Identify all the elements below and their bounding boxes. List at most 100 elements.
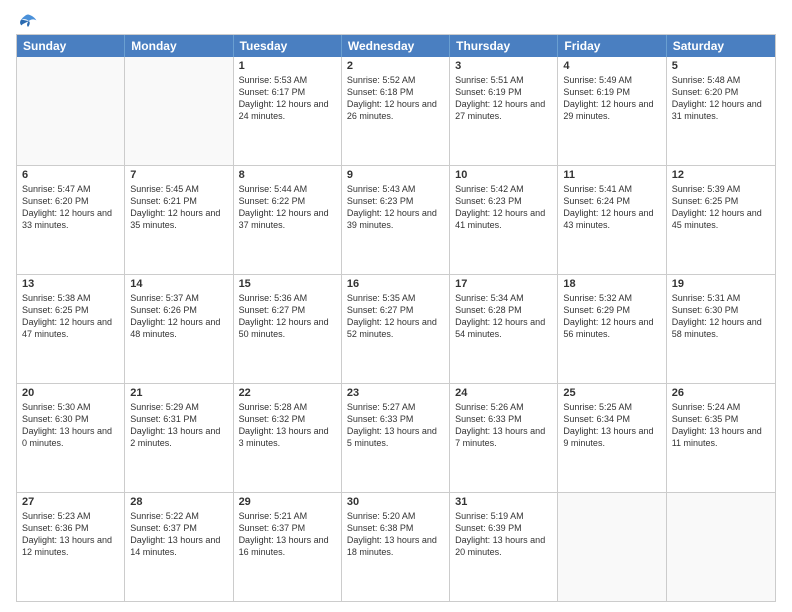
calendar-cell: 27 Sunrise: 5:23 AM Sunset: 6:36 PM Dayli… bbox=[17, 493, 125, 601]
calendar-cell bbox=[667, 493, 775, 601]
calendar-cell: 11Sunrise: 5:41 AM Sunset: 6:24 PM Dayli… bbox=[558, 166, 666, 274]
day-info: Sunrise: 5:51 AM Sunset: 6:19 PM Dayligh… bbox=[455, 74, 552, 123]
day-number: 27 bbox=[22, 496, 119, 508]
calendar-cell: 24 Sunrise: 5:26 AM Sunset: 6:33 PM Dayli… bbox=[450, 384, 558, 492]
day-number: 20 bbox=[22, 387, 119, 399]
day-number: 17 bbox=[455, 278, 552, 290]
day-number: 16 bbox=[347, 278, 444, 290]
day-info: Sunrise: 5:45 AM Sunset: 6:21 PM Dayligh… bbox=[130, 183, 227, 232]
calendar-cell: 30 Sunrise: 5:20 AM Sunset: 6:38 PM Dayli… bbox=[342, 493, 450, 601]
calendar-cell: 26 Sunrise: 5:24 AM Sunset: 6:35 PM Dayli… bbox=[667, 384, 775, 492]
calendar-cell: 16 Sunrise: 5:35 AM Sunset: 6:27 PM Dayli… bbox=[342, 275, 450, 383]
header-cell-thursday: Thursday bbox=[450, 35, 558, 57]
calendar-cell: 17 Sunrise: 5:34 AM Sunset: 6:28 PM Dayli… bbox=[450, 275, 558, 383]
calendar-cell: 15 Sunrise: 5:36 AM Sunset: 6:27 PM Dayli… bbox=[234, 275, 342, 383]
calendar-row-3: 20Sunrise: 5:30 AM Sunset: 6:30 PM Dayli… bbox=[17, 383, 775, 492]
day-number: 6 bbox=[22, 169, 119, 181]
day-number: 19 bbox=[672, 278, 770, 290]
day-info: Sunrise: 5:20 AM Sunset: 6:38 PM Dayligh… bbox=[347, 510, 444, 559]
day-info: Sunrise: 5:38 AM Sunset: 6:25 PM Dayligh… bbox=[22, 292, 119, 341]
day-number: 31 bbox=[455, 496, 552, 508]
day-info: Sunrise: 5:37 AM Sunset: 6:26 PM Dayligh… bbox=[130, 292, 227, 341]
calendar-cell: 23Sunrise: 5:27 AM Sunset: 6:33 PM Dayli… bbox=[342, 384, 450, 492]
calendar-cell: 28 Sunrise: 5:22 AM Sunset: 6:37 PM Dayli… bbox=[125, 493, 233, 601]
day-info: Sunrise: 5:23 AM Sunset: 6:36 PM Dayligh… bbox=[22, 510, 119, 559]
calendar-cell: 13 Sunrise: 5:38 AM Sunset: 6:25 PM Dayli… bbox=[17, 275, 125, 383]
day-number: 12 bbox=[672, 169, 770, 181]
logo-bird-icon bbox=[18, 12, 38, 32]
day-number: 18 bbox=[563, 278, 660, 290]
calendar-cell: 18 Sunrise: 5:32 AM Sunset: 6:29 PM Dayli… bbox=[558, 275, 666, 383]
day-info: Sunrise: 5:53 AM Sunset: 6:17 PM Dayligh… bbox=[239, 74, 336, 123]
calendar-cell bbox=[558, 493, 666, 601]
day-number: 15 bbox=[239, 278, 336, 290]
day-number: 14 bbox=[130, 278, 227, 290]
calendar-cell: 5Sunrise: 5:48 AM Sunset: 6:20 PM Daylig… bbox=[667, 57, 775, 165]
header bbox=[16, 12, 776, 26]
day-info: Sunrise: 5:21 AM Sunset: 6:37 PM Dayligh… bbox=[239, 510, 336, 559]
day-info: Sunrise: 5:44 AM Sunset: 6:22 PM Dayligh… bbox=[239, 183, 336, 232]
header-cell-tuesday: Tuesday bbox=[234, 35, 342, 57]
calendar-cell: 8Sunrise: 5:44 AM Sunset: 6:22 PM Daylig… bbox=[234, 166, 342, 274]
day-info: Sunrise: 5:32 AM Sunset: 6:29 PM Dayligh… bbox=[563, 292, 660, 341]
day-info: Sunrise: 5:31 AM Sunset: 6:30 PM Dayligh… bbox=[672, 292, 770, 341]
calendar-cell: 12 Sunrise: 5:39 AM Sunset: 6:25 PM Dayli… bbox=[667, 166, 775, 274]
calendar-cell: 31 Sunrise: 5:19 AM Sunset: 6:39 PM Dayli… bbox=[450, 493, 558, 601]
header-cell-monday: Monday bbox=[125, 35, 233, 57]
calendar-cell: 7 Sunrise: 5:45 AM Sunset: 6:21 PM Daylig… bbox=[125, 166, 233, 274]
day-info: Sunrise: 5:29 AM Sunset: 6:31 PM Dayligh… bbox=[130, 401, 227, 450]
day-number: 22 bbox=[239, 387, 336, 399]
day-info: Sunrise: 5:26 AM Sunset: 6:33 PM Dayligh… bbox=[455, 401, 552, 450]
day-number: 28 bbox=[130, 496, 227, 508]
calendar-cell: 22 Sunrise: 5:28 AM Sunset: 6:32 PM Dayli… bbox=[234, 384, 342, 492]
calendar-cell: 21Sunrise: 5:29 AM Sunset: 6:31 PM Dayli… bbox=[125, 384, 233, 492]
calendar-cell: 2 Sunrise: 5:52 AM Sunset: 6:18 PM Daylig… bbox=[342, 57, 450, 165]
day-number: 7 bbox=[130, 169, 227, 181]
calendar-cell: 1 Sunrise: 5:53 AM Sunset: 6:17 PM Daylig… bbox=[234, 57, 342, 165]
calendar-header: SundayMondayTuesdayWednesdayThursdayFrid… bbox=[17, 35, 775, 57]
calendar-cell: 9Sunrise: 5:43 AM Sunset: 6:23 PM Daylig… bbox=[342, 166, 450, 274]
day-info: Sunrise: 5:42 AM Sunset: 6:23 PM Dayligh… bbox=[455, 183, 552, 232]
day-info: Sunrise: 5:28 AM Sunset: 6:32 PM Dayligh… bbox=[239, 401, 336, 450]
day-number: 2 bbox=[347, 60, 444, 72]
day-number: 9 bbox=[347, 169, 444, 181]
day-info: Sunrise: 5:22 AM Sunset: 6:37 PM Dayligh… bbox=[130, 510, 227, 559]
calendar-cell bbox=[125, 57, 233, 165]
day-info: Sunrise: 5:27 AM Sunset: 6:33 PM Dayligh… bbox=[347, 401, 444, 450]
day-info: Sunrise: 5:34 AM Sunset: 6:28 PM Dayligh… bbox=[455, 292, 552, 341]
calendar-body: 1 Sunrise: 5:53 AM Sunset: 6:17 PM Daylig… bbox=[17, 57, 775, 601]
day-number: 4 bbox=[563, 60, 660, 72]
logo bbox=[16, 12, 40, 26]
header-cell-wednesday: Wednesday bbox=[342, 35, 450, 57]
day-number: 24 bbox=[455, 387, 552, 399]
day-info: Sunrise: 5:36 AM Sunset: 6:27 PM Dayligh… bbox=[239, 292, 336, 341]
header-cell-saturday: Saturday bbox=[667, 35, 775, 57]
day-number: 26 bbox=[672, 387, 770, 399]
calendar-row-1: 6 Sunrise: 5:47 AM Sunset: 6:20 PM Daylig… bbox=[17, 165, 775, 274]
calendar-cell: 10Sunrise: 5:42 AM Sunset: 6:23 PM Dayli… bbox=[450, 166, 558, 274]
calendar-cell: 14 Sunrise: 5:37 AM Sunset: 6:26 PM Dayli… bbox=[125, 275, 233, 383]
day-info: Sunrise: 5:35 AM Sunset: 6:27 PM Dayligh… bbox=[347, 292, 444, 341]
day-number: 13 bbox=[22, 278, 119, 290]
calendar: SundayMondayTuesdayWednesdayThursdayFrid… bbox=[16, 34, 776, 602]
day-info: Sunrise: 5:19 AM Sunset: 6:39 PM Dayligh… bbox=[455, 510, 552, 559]
day-number: 25 bbox=[563, 387, 660, 399]
day-info: Sunrise: 5:39 AM Sunset: 6:25 PM Dayligh… bbox=[672, 183, 770, 232]
day-number: 1 bbox=[239, 60, 336, 72]
day-info: Sunrise: 5:48 AM Sunset: 6:20 PM Dayligh… bbox=[672, 74, 770, 123]
day-info: Sunrise: 5:24 AM Sunset: 6:35 PM Dayligh… bbox=[672, 401, 770, 450]
calendar-cell: 19 Sunrise: 5:31 AM Sunset: 6:30 PM Dayli… bbox=[667, 275, 775, 383]
calendar-cell: 29 Sunrise: 5:21 AM Sunset: 6:37 PM Dayli… bbox=[234, 493, 342, 601]
calendar-cell: 6 Sunrise: 5:47 AM Sunset: 6:20 PM Daylig… bbox=[17, 166, 125, 274]
day-info: Sunrise: 5:41 AM Sunset: 6:24 PM Dayligh… bbox=[563, 183, 660, 232]
day-info: Sunrise: 5:52 AM Sunset: 6:18 PM Dayligh… bbox=[347, 74, 444, 123]
calendar-cell: 4Sunrise: 5:49 AM Sunset: 6:19 PM Daylig… bbox=[558, 57, 666, 165]
day-info: Sunrise: 5:47 AM Sunset: 6:20 PM Dayligh… bbox=[22, 183, 119, 232]
header-cell-sunday: Sunday bbox=[17, 35, 125, 57]
calendar-row-0: 1 Sunrise: 5:53 AM Sunset: 6:17 PM Daylig… bbox=[17, 57, 775, 165]
calendar-row-4: 27 Sunrise: 5:23 AM Sunset: 6:36 PM Dayli… bbox=[17, 492, 775, 601]
day-number: 30 bbox=[347, 496, 444, 508]
calendar-row-2: 13 Sunrise: 5:38 AM Sunset: 6:25 PM Dayli… bbox=[17, 274, 775, 383]
day-number: 29 bbox=[239, 496, 336, 508]
header-cell-friday: Friday bbox=[558, 35, 666, 57]
